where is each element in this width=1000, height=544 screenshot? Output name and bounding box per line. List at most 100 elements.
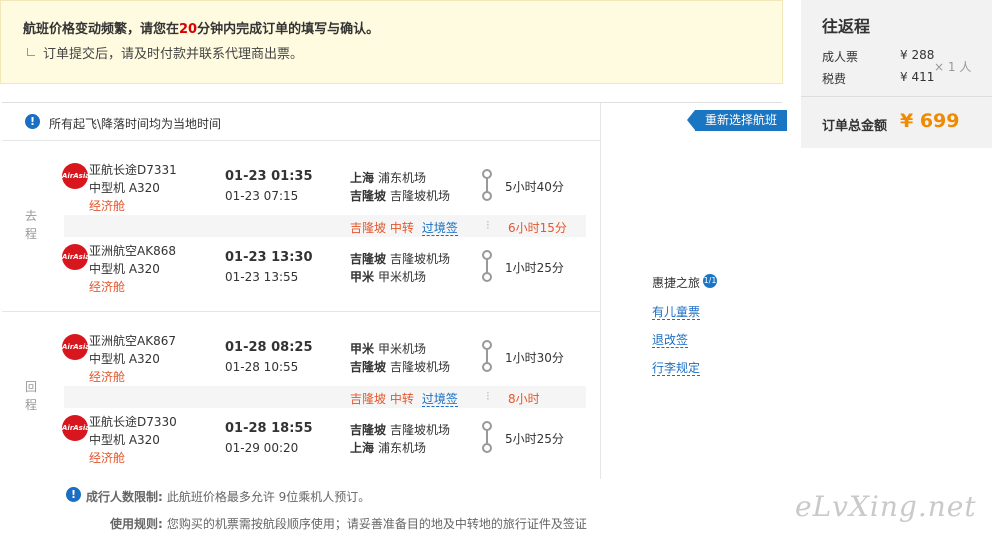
flight-segment: AirAsia 亚洲航空AK868 中型机 A320 经济舱 01-23 13:… <box>2 240 601 302</box>
reselect-flight-button[interactable]: 重新选择航班 <box>687 110 787 131</box>
arrival-city: 吉隆坡 <box>350 360 387 374</box>
usage-rule: 使用规则: 您购买的机票需按航段顺序使用；请妥善准备目的地及中转地的旅行证件及签证 <box>110 515 587 532</box>
trip-type-title: 往返程 <box>822 17 871 36</box>
airline-flight-number: 亚洲航空AK867 <box>89 334 176 348</box>
cabin-class: 经济舱 <box>89 280 126 294</box>
transfer-location: 吉隆坡 中转 过境签 <box>350 219 458 236</box>
route-connector-icon <box>482 421 492 453</box>
flight-duration: 5小时25分 <box>505 432 564 446</box>
route-connector-icon <box>482 169 492 201</box>
arrival-airport: 吉隆坡机场 <box>390 189 451 203</box>
notice-subline: 订单提交后，请及时付款并联系代理商出票。 <box>27 43 303 62</box>
arrival-city: 上海 <box>350 441 375 455</box>
arrival-time: 01-28 10:55 <box>225 360 299 374</box>
transfer-city: 吉隆坡 <box>350 221 387 235</box>
aircraft-type: 中型机 A320 <box>89 433 160 447</box>
aircraft-type: 中型机 A320 <box>89 262 160 276</box>
passenger-limit-text: 此航班价格最多允许 9位乘机人预订。 <box>166 490 371 504</box>
adult-fare-label: 成人票 <box>822 50 859 64</box>
travel-package-label: 惠捷之旅 <box>652 276 701 290</box>
local-time-info: ! 所有起飞\降落时间均为当地时间 <box>2 103 601 141</box>
flight-duration: 5小时40分 <box>505 180 564 194</box>
package-count-badge: 1/1 <box>703 274 718 288</box>
local-time-note: 所有起飞\降落时间均为当地时间 <box>49 117 222 131</box>
total-amount: ¥ 699 <box>900 110 960 132</box>
info-icon: ! <box>66 487 81 502</box>
refund-change-link-label[interactable]: 退改签 <box>652 333 689 348</box>
transfer-location: 吉隆坡 中转 过境签 <box>350 390 458 407</box>
side-links: 惠捷之旅 1/1 有儿童票 退改签 行李规定 <box>652 274 718 376</box>
arrival-location: 甲米 甲米机场 <box>350 268 426 285</box>
baggage-rules-link[interactable]: 行李规定 <box>652 359 717 376</box>
arrival-location: 吉隆坡 吉隆坡机场 <box>350 187 450 204</box>
notice-headline-pre: 航班价格变动频繁，请您在 <box>23 22 180 37</box>
price-summary: 往返程 成人票 ¥ 288 税费 ¥ 411 × 1 人 订单总金额 ¥ 699 <box>801 0 992 148</box>
airline-flight-number: 亚航长途D7330 <box>89 415 177 429</box>
passenger-limit-rule: 成行人数限制: 此航班价格最多允许 9位乘机人预订。 <box>86 488 370 505</box>
airasia-logo-icon: AirAsia <box>62 415 90 441</box>
departure-location: 甲米 甲米机场 <box>350 340 426 357</box>
flight-segment: AirAsia 亚洲航空AK867 中型机 A320 经济舱 01-28 08:… <box>2 330 601 392</box>
arrival-location: 上海 浦东机场 <box>350 439 426 456</box>
notice-headline: 航班价格变动频繁，请您在20分钟内完成订单的填写与确认。 <box>23 18 379 37</box>
departure-time: 01-23 01:35 <box>225 169 313 184</box>
arrival-airport: 浦东机场 <box>378 441 427 455</box>
transit-visa-link[interactable]: 过境签 <box>421 221 458 236</box>
layover-duration: 6小时15分 <box>508 221 567 235</box>
child-ticket-link[interactable]: 有儿童票 <box>652 303 717 320</box>
adult-fare-row: 成人票 ¥ 288 <box>822 48 934 65</box>
transfer-info: 吉隆坡 中转 过境签 ⁝ 8小时 <box>64 386 586 408</box>
transfer-info: 吉隆坡 中转 过境签 ⁝ 6小时15分 <box>64 215 586 237</box>
arrival-city: 吉隆坡 <box>350 189 387 203</box>
airasia-logo-icon: AirAsia <box>62 244 90 270</box>
route-connector-icon <box>482 250 492 282</box>
transfer-city: 吉隆坡 <box>350 392 387 406</box>
aircraft-type: 中型机 A320 <box>89 352 160 366</box>
departure-city: 上海 <box>350 171 375 185</box>
price-change-notice: 航班价格变动频繁，请您在20分钟内完成订单的填写与确认。 订单提交后，请及时付款… <box>0 0 783 84</box>
travel-package-title: 惠捷之旅 1/1 <box>652 274 718 292</box>
departure-location: 上海 浦东机场 <box>350 169 426 186</box>
aircraft-type: 中型机 A320 <box>89 181 160 195</box>
cabin-class: 经济舱 <box>89 370 126 384</box>
airline-flight-number: 亚洲航空AK868 <box>89 244 176 258</box>
price-divider <box>801 96 992 97</box>
arrival-time: 01-23 13:55 <box>225 270 299 284</box>
arrival-airport: 甲米机场 <box>378 270 427 284</box>
departure-airport: 吉隆坡机场 <box>390 252 451 266</box>
airasia-logo-icon: AirAsia <box>62 334 90 360</box>
departure-airport: 吉隆坡机场 <box>390 423 451 437</box>
notice-minutes: 20 <box>179 22 198 37</box>
total-label: 订单总金额 <box>822 119 888 134</box>
departure-time: 01-23 13:30 <box>225 250 313 265</box>
baggage-rules-link-label[interactable]: 行李规定 <box>652 361 701 376</box>
refund-change-link[interactable]: 退改签 <box>652 331 717 348</box>
departure-city: 吉隆坡 <box>350 423 387 437</box>
passenger-multiplier: × 1 人 <box>934 60 972 74</box>
route-connector-icon <box>482 340 492 372</box>
tax-label: 税费 <box>822 72 847 86</box>
notice-subline-text: 订单提交后，请及时付款并联系代理商出票。 <box>43 47 304 62</box>
departure-airport: 浦东机场 <box>378 171 427 185</box>
flight-details: ! 所有起飞\降落时间均为当地时间 去 程 AirAsia 亚航长途D7331 … <box>2 102 787 544</box>
airline-flight-number: 亚航长途D7331 <box>89 163 177 177</box>
arrival-airport: 吉隆坡机场 <box>390 360 451 374</box>
arrival-time: 01-29 00:20 <box>225 441 299 455</box>
departure-time: 01-28 08:25 <box>225 340 313 355</box>
passenger-limit-label: 成行人数限制: <box>86 490 163 504</box>
transit-visa-link[interactable]: 过境签 <box>421 392 458 407</box>
cabin-class: 经济舱 <box>89 199 126 213</box>
flight-segment: AirAsia 亚航长途D7330 中型机 A320 经济舱 01-28 18:… <box>2 411 601 473</box>
itinerary-panel: ! 所有起飞\降落时间均为当地时间 去 程 AirAsia 亚航长途D7331 … <box>2 103 601 479</box>
arrival-location: 吉隆坡 吉隆坡机场 <box>350 358 450 375</box>
departure-time: 01-28 18:55 <box>225 421 313 436</box>
adult-fare-amount: ¥ 288 <box>900 48 935 62</box>
transfer-label: 中转 <box>389 392 414 406</box>
flight-duration: 1小时25分 <box>505 261 564 275</box>
corner-bracket-icon <box>27 48 35 56</box>
child-ticket-link-label[interactable]: 有儿童票 <box>652 305 701 320</box>
flight-segment: AirAsia 亚航长途D7331 中型机 A320 经济舱 01-23 01:… <box>2 159 601 221</box>
dots-icon: ⁝ <box>486 218 490 232</box>
arrival-time: 01-23 07:15 <box>225 189 299 203</box>
arrival-city: 甲米 <box>350 270 375 284</box>
